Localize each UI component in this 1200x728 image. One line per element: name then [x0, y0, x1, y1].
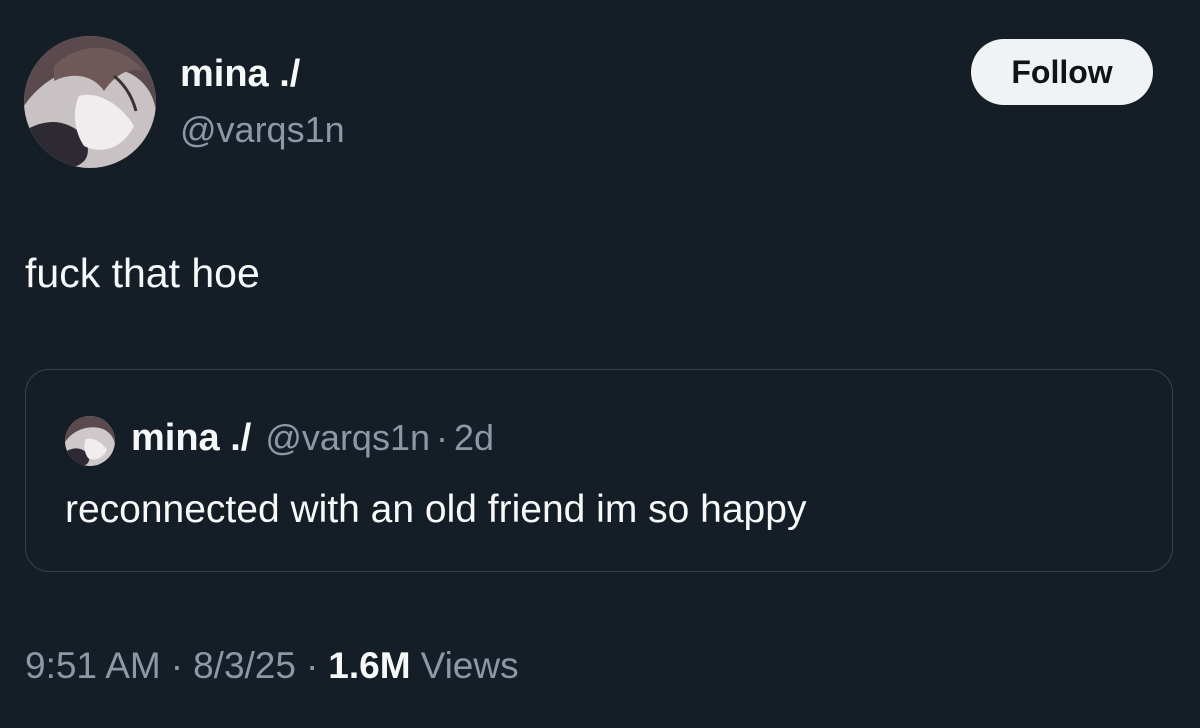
quoted-tweet-header: mina ./ @varqs1n · 2d: [131, 417, 494, 463]
views-count[interactable]: 1.6M: [328, 644, 410, 688]
follow-button[interactable]: Follow: [971, 39, 1153, 105]
avatar-image: [24, 36, 156, 168]
views-label[interactable]: Views: [421, 644, 519, 688]
profile-avatar[interactable]: [24, 36, 156, 168]
quoted-separator: ·: [436, 417, 448, 458]
quoted-avatar-image: [65, 416, 115, 466]
tweet-time[interactable]: 9:51 AM: [25, 644, 161, 688]
quoted-avatar: [65, 416, 115, 466]
quoted-handle: @varqs1n: [265, 417, 430, 458]
quoted-display-name: mina ./: [131, 417, 252, 459]
author-handle[interactable]: @varqs1n: [180, 109, 345, 151]
meta-separator: ·: [170, 645, 184, 686]
tweet-meta: 9:51 AM · 8/3/25 · 1.6M Views: [25, 644, 519, 688]
quoted-timestamp: 2d: [454, 417, 495, 458]
meta-separator: ·: [305, 645, 319, 686]
quoted-tweet-card[interactable]: mina ./ @varqs1n · 2d reconnected with a…: [25, 369, 1173, 572]
quoted-tweet-text: reconnected with an old friend im so hap…: [65, 488, 807, 531]
tweet-date[interactable]: 8/3/25: [193, 644, 296, 688]
tweet-container: mina ./ @varqs1n Follow fuck that hoe mi…: [0, 0, 1200, 728]
author-display-name[interactable]: mina ./: [180, 52, 300, 96]
tweet-text: fuck that hoe: [25, 250, 260, 296]
